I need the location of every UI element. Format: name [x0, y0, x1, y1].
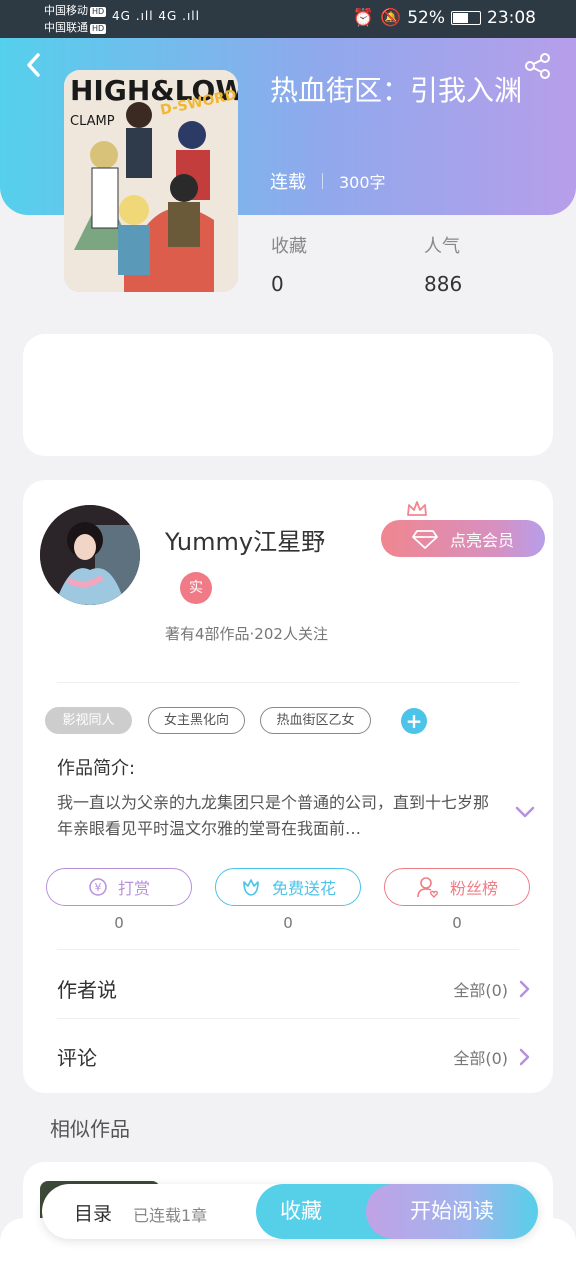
alarm-icon: ⏰: [352, 8, 375, 28]
coin-icon: ¥: [89, 878, 107, 896]
favorites-value: 0: [271, 272, 284, 296]
flower-button[interactable]: 免费送花: [215, 868, 361, 906]
comments-label[interactable]: 评论: [57, 1042, 97, 1071]
vip-button[interactable]: 点亮会员: [381, 520, 545, 557]
popularity-stat: 人气 886: [424, 232, 462, 296]
chapter-count: 已连载1章: [133, 1206, 208, 1225]
expand-chevron-icon[interactable]: [514, 804, 536, 820]
back-icon[interactable]: [22, 50, 48, 80]
favorites-label: 收藏: [271, 236, 307, 257]
author-stats: 著有4部作品·202人关注: [165, 625, 328, 643]
book-title: 热血街区：引我入渊: [270, 74, 523, 107]
book-cover[interactable]: HIGH&LOW D-SWORD CLAMP: [64, 70, 238, 292]
tip-label: 打赏: [117, 879, 150, 898]
svg-text:CLAMP: CLAMP: [70, 114, 115, 129]
meta-divider: [322, 173, 323, 189]
chevron-right-icon: [519, 980, 530, 998]
flower-icon: [243, 879, 259, 896]
battery-icon: [451, 11, 481, 25]
author-says-all[interactable]: 全部(0): [453, 977, 530, 1001]
battery-percent: 52%: [407, 8, 445, 28]
author-says-all-label: 全部(0): [453, 981, 508, 1000]
author-name[interactable]: Yummy江星野: [165, 522, 325, 557]
serial-status: 连载: [270, 172, 306, 193]
intro-title: 作品简介:: [57, 758, 136, 779]
verified-badge: 实: [180, 572, 212, 604]
chevron-right-icon: [519, 1048, 530, 1066]
word-count: 300字: [339, 173, 386, 192]
diamond-icon: [412, 529, 438, 549]
flower-label: 免费送花: [271, 879, 336, 898]
intro-text: 我一直以为父亲的九龙集团只是个普通的公司，直到十七岁那年亲眼看见平时温文尔雅的堂…: [57, 793, 490, 838]
start-reading-button[interactable]: 开始阅读: [366, 1184, 538, 1239]
fans-count: 0: [452, 914, 462, 932]
carrier-1: 中国移动 HD: [44, 4, 107, 17]
comments-all[interactable]: 全部(0): [453, 1045, 530, 1069]
book-meta: 连载 300字: [270, 168, 386, 194]
tip-button[interactable]: ¥ 打赏: [46, 868, 192, 906]
popularity-value: 886: [424, 272, 463, 296]
favorites-stat: 收藏 0: [271, 232, 307, 296]
popularity-label: 人气: [424, 236, 460, 257]
fans-rank-button[interactable]: 粉丝榜: [384, 868, 530, 906]
signal-icon: 4G .ıll 4G .ıll: [112, 9, 200, 23]
vip-button-label: 点亮会员: [449, 530, 514, 550]
similar-works-title: 相似作品: [50, 1117, 130, 1141]
divider: [57, 949, 519, 950]
divider: [57, 1018, 519, 1019]
divider: [57, 682, 519, 683]
fan-user-icon: [417, 877, 439, 898]
carrier-2: 中国联通 HD: [44, 21, 107, 34]
clock: 23:08: [487, 8, 536, 28]
crown-icon: [407, 501, 427, 516]
tag-item[interactable]: 热血街区乙女: [260, 707, 371, 734]
add-tag-button[interactable]: +: [401, 708, 427, 734]
empty-card: [23, 334, 553, 456]
author-says-label[interactable]: 作者说: [57, 974, 117, 1003]
comments-all-label: 全部(0): [453, 1049, 508, 1068]
fans-rank-label: 粉丝榜: [449, 879, 498, 898]
author-avatar[interactable]: [40, 505, 140, 605]
svg-text:¥: ¥: [94, 881, 101, 894]
mute-icon: 🔕: [380, 8, 402, 28]
tag-item[interactable]: 影视同人: [45, 707, 132, 734]
tag-item[interactable]: 女主黑化向: [148, 707, 245, 734]
toc-button[interactable]: 目录: [74, 1199, 112, 1226]
flower-count: 0: [283, 914, 293, 932]
status-bar: 中国移动 HD 中国联通 HD 4G .ıll 4G .ıll ⏰ 🔕 52% 23…: [0, 0, 576, 38]
tip-count: 0: [114, 914, 124, 932]
